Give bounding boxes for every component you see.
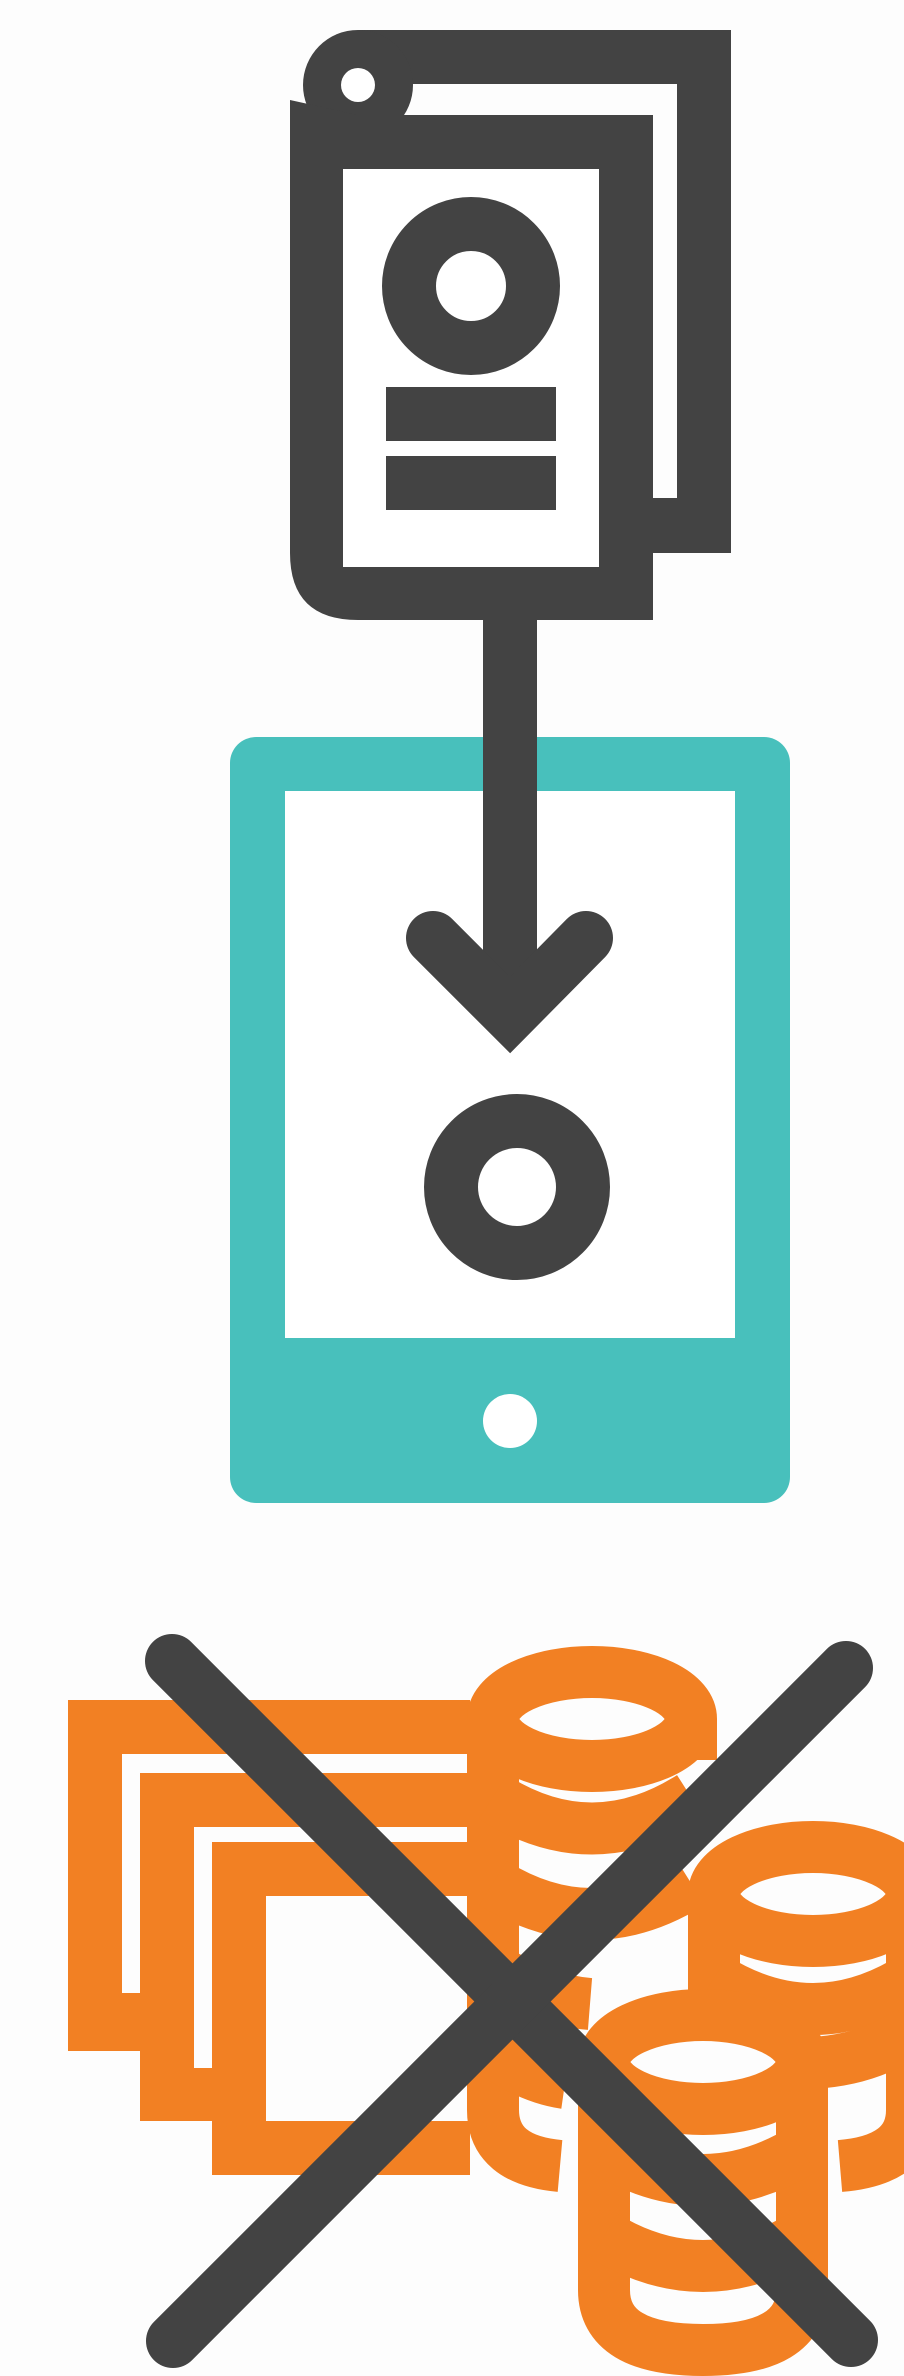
tablet-home-button: [483, 1394, 537, 1448]
text-line: [386, 456, 556, 510]
text-line: [386, 387, 556, 441]
id-card-document-icon: [290, 30, 731, 620]
id-to-device-illustration: [68, 30, 904, 2376]
